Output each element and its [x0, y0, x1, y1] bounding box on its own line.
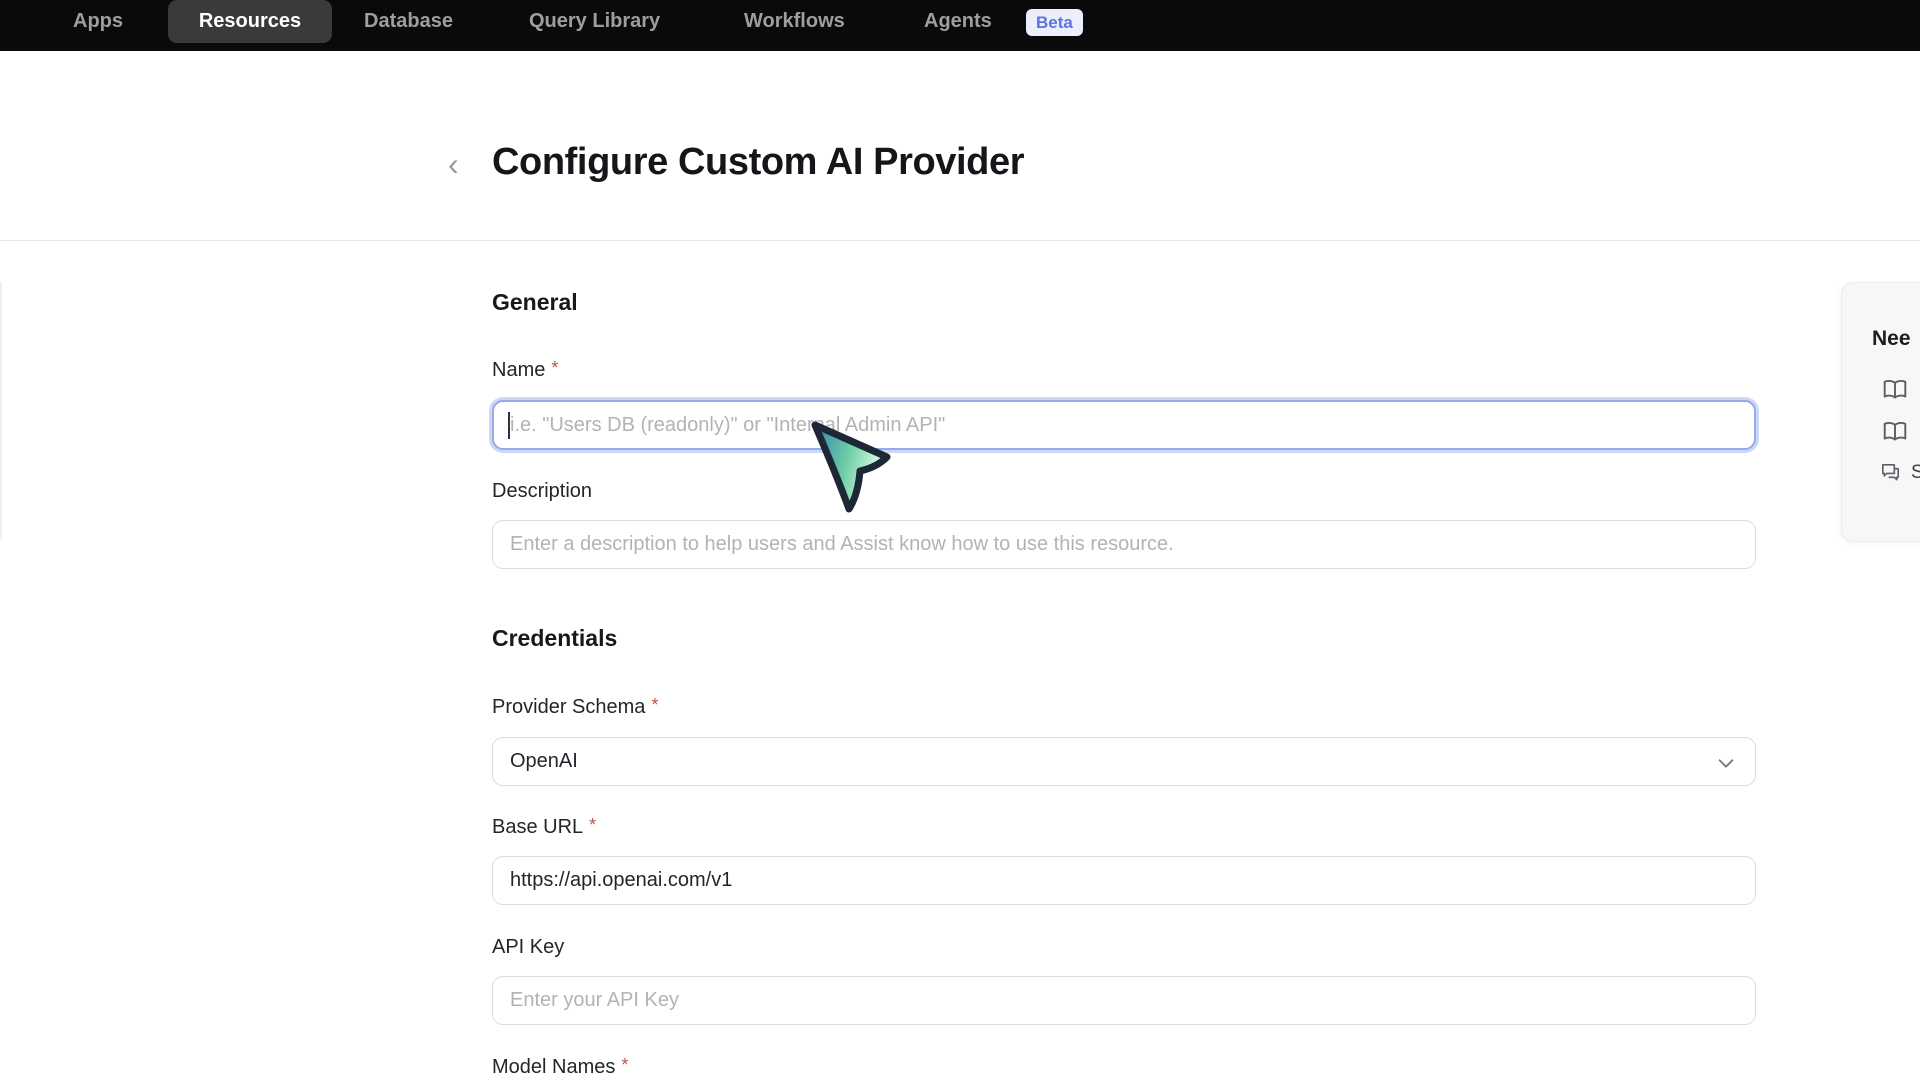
top-navigation-bar: Apps Resources Database Query Library Wo… [0, 0, 1920, 51]
api-key-input[interactable] [492, 976, 1756, 1025]
header-divider [0, 240, 1920, 241]
nav-item-resources[interactable]: Resources [168, 0, 332, 43]
base-url-label: Base URL * [492, 815, 596, 839]
provider-schema-value: OpenAI [510, 750, 578, 772]
page-title: Configure Custom AI Provider [492, 141, 1024, 184]
nav-item-query-library[interactable]: Query Library [529, 0, 660, 43]
book-icon [1882, 377, 1908, 403]
nav-item-workflows[interactable]: Workflows [744, 0, 845, 43]
name-input[interactable] [492, 400, 1756, 450]
book-icon [1882, 419, 1908, 445]
description-input[interactable] [492, 520, 1756, 569]
help-panel: Nee S [1841, 282, 1920, 542]
provider-schema-required-asterisk: * [651, 695, 658, 715]
help-link-label: S [1911, 462, 1920, 484]
name-label-text: Name [492, 359, 545, 381]
base-url-input[interactable] [492, 856, 1756, 905]
model-names-required-asterisk: * [621, 1055, 628, 1075]
back-button[interactable]: ‹ [448, 148, 459, 180]
description-label: Description [492, 480, 592, 503]
provider-schema-label-text: Provider Schema [492, 696, 645, 718]
base-url-required-asterisk: * [589, 815, 596, 835]
background-panel-edge [0, 282, 2, 540]
model-names-label-text: Model Names [492, 1056, 615, 1078]
text-caret [508, 412, 510, 439]
help-link-docs-1[interactable] [1882, 377, 1917, 403]
provider-schema-label: Provider Schema * [492, 695, 658, 719]
model-names-label: Model Names * [492, 1055, 628, 1079]
base-url-label-text: Base URL [492, 816, 583, 838]
nav-item-agents[interactable]: Agents [924, 0, 992, 43]
api-key-label: API Key [492, 936, 564, 959]
nav-item-apps[interactable]: Apps [73, 0, 123, 43]
section-title-credentials: Credentials [492, 625, 617, 652]
name-label: Name * [492, 358, 558, 382]
name-required-asterisk: * [551, 358, 558, 378]
beta-badge: Beta [1026, 9, 1083, 36]
section-title-general: General [492, 289, 578, 316]
provider-schema-select[interactable]: OpenAI [492, 737, 1756, 786]
help-link-support[interactable]: S [1879, 461, 1920, 484]
chevron-down-icon [1715, 752, 1737, 774]
nav-item-database[interactable]: Database [364, 0, 453, 43]
help-link-docs-2[interactable] [1882, 419, 1917, 445]
chat-icon [1879, 461, 1902, 484]
help-panel-heading: Nee [1872, 327, 1911, 351]
